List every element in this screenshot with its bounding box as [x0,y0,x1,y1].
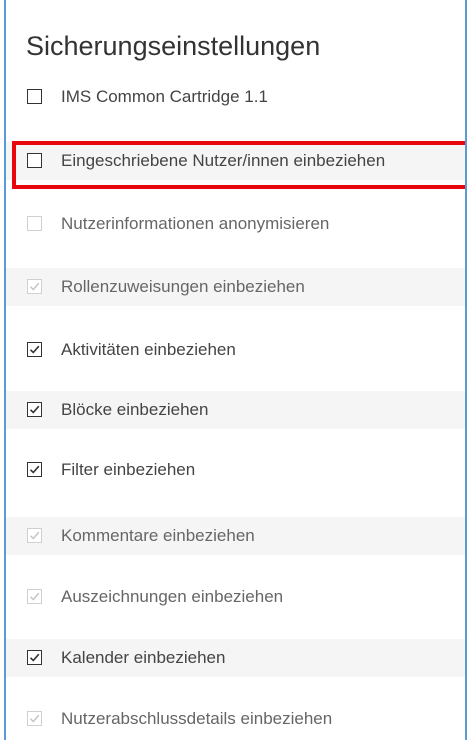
checkbox-anonymize [27,216,42,231]
checkbox-comments [27,528,42,543]
checkbox-role-assignments [27,279,42,294]
option-label: Aktivitäten einbeziehen [61,340,236,359]
option-label: Rollenzuweisungen einbeziehen [61,277,305,296]
option-row-anonymize: Nutzerinformationen anonymisieren [6,205,465,243]
option-label: Filter einbeziehen [61,460,196,479]
option-label: Eingeschriebene Nutzer/innen einbeziehen [61,151,386,170]
checkbox-completion-details [27,711,42,726]
checkbox-activities[interactable] [27,342,42,357]
option-row-completion-details: Nutzerabschlussdetails einbeziehen [6,700,465,738]
checkbox-calendar[interactable] [27,650,42,665]
option-label: Nutzerabschlussdetails einbeziehen [61,709,333,728]
option-row-blocks[interactable]: Blöcke einbeziehen [6,391,465,429]
option-label: Kalender einbeziehen [61,648,226,667]
option-label: Auszeichnungen einbeziehen [61,587,284,606]
checkbox-blocks[interactable] [27,402,42,417]
checkmark-icon [29,653,40,662]
section-title: Sicherungseinstellungen [26,31,321,61]
checkmark-icon [29,282,40,291]
option-row-activities[interactable]: Aktivitäten einbeziehen [6,331,465,369]
option-label: IMS Common Cartridge 1.1 [61,87,268,106]
checkmark-icon [29,592,40,601]
backup-settings-panel: Sicherungseinstellungen IMS Common Cartr… [4,0,467,740]
option-label: Kommentare einbeziehen [61,526,255,545]
checkbox-enrolled-users[interactable] [27,153,42,168]
option-row-calendar[interactable]: Kalender einbeziehen [6,639,465,677]
checkmark-icon [29,405,40,414]
option-label: Blöcke einbeziehen [61,400,209,419]
option-row-enrolled-users[interactable]: Eingeschriebene Nutzer/innen einbeziehen [6,142,465,180]
option-row-comments: Kommentare einbeziehen [6,517,465,555]
checkbox-filters[interactable] [27,462,42,477]
checkmark-icon [29,531,40,540]
checkmark-icon [29,465,40,474]
checkbox-badges [27,589,42,604]
checkmark-icon [29,714,40,723]
option-row-role-assignments: Rollenzuweisungen einbeziehen [6,268,465,306]
checkmark-icon [29,345,40,354]
option-row-filters[interactable]: Filter einbeziehen [6,451,465,489]
option-row-badges: Auszeichnungen einbeziehen [6,578,465,616]
option-label: Nutzerinformationen anonymisieren [61,214,330,233]
checkbox-ims-cc[interactable] [27,89,42,104]
option-row-ims-cc[interactable]: IMS Common Cartridge 1.1 [6,78,465,116]
